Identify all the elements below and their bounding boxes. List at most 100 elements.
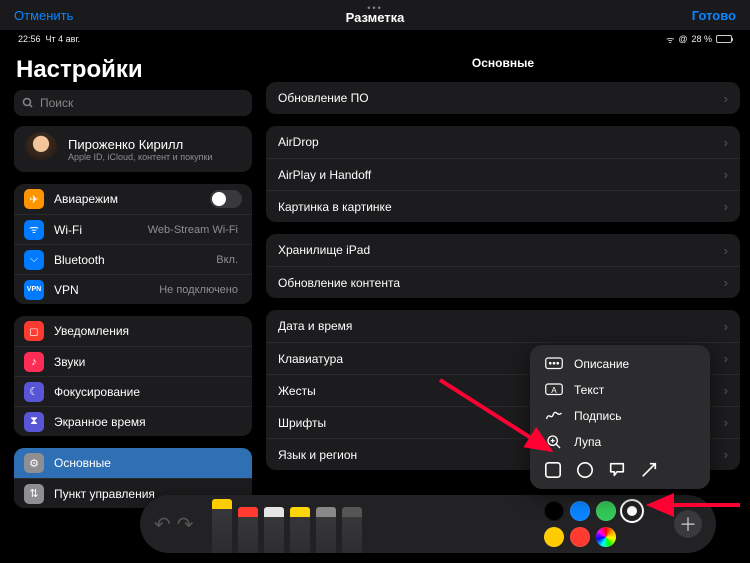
row-value: Web-Stream Wi-Fi	[148, 224, 238, 236]
popover-item-desc[interactable]: Описание	[534, 351, 706, 377]
chevron-right-icon: ›	[724, 447, 728, 462]
markup-title: Разметка	[346, 10, 405, 25]
speech-bubble-shape-button[interactable]	[608, 461, 626, 479]
popover-item-label: Лупа	[574, 435, 601, 449]
done-button[interactable]: Готово	[692, 8, 736, 23]
chevron-right-icon: ›	[724, 91, 728, 106]
color-swatch[interactable]	[544, 527, 564, 547]
content-row-airdrop[interactable]: AirDrop›	[266, 126, 740, 158]
popover-item-text[interactable]: A Текст	[534, 377, 706, 403]
row-icon: ᯤ	[24, 220, 44, 240]
content-row-картинка-в-картинке[interactable]: Картинка в картинке›	[266, 190, 740, 222]
avatar	[24, 132, 58, 166]
sidebar-item-экранное-время[interactable]: ⧗ Экранное время	[14, 406, 252, 436]
status-bar: 22:56 Чт 4 авг. ᯤ @ 28 %	[0, 30, 750, 46]
content-row-дата-и-время[interactable]: Дата и время›	[266, 310, 740, 342]
content-row-label: Хранилище iPad	[278, 243, 370, 257]
row-label: Bluetooth	[54, 253, 216, 267]
drawing-tool-3[interactable]	[290, 507, 310, 553]
chevron-right-icon: ›	[724, 319, 728, 334]
color-swatch[interactable]	[622, 501, 642, 521]
markup-nav-bar: Отменить ••• Разметка Готово	[0, 0, 750, 30]
sidebar-item-основные[interactable]: ⚙Основные	[14, 448, 252, 478]
circle-shape-button[interactable]	[576, 461, 594, 479]
row-icon: ☾	[24, 382, 44, 402]
connectivity-group: ✈ Авиарежим ᯤ Wi-FiWeb-Stream Wi-Fi ⌵ Bluetoo…	[14, 184, 252, 304]
content-row-обновление-по[interactable]: Обновление ПО ›	[266, 82, 740, 114]
wifi-icon: ᯤ	[666, 33, 674, 46]
color-swatches	[544, 501, 656, 547]
markup-title-wrap: ••• Разметка	[346, 6, 405, 25]
chevron-right-icon: ›	[724, 199, 728, 214]
content-row-label: Обновление контента	[278, 276, 400, 290]
popover-item-label: Подпись	[574, 409, 622, 423]
sidebar-item-уведомления[interactable]: ◻Уведомления	[14, 316, 252, 346]
markup-add-popover: Описание A Текст Подпись Лупа	[530, 345, 710, 489]
row-label: Wi-Fi	[54, 223, 148, 237]
battery-icon	[716, 35, 732, 43]
square-shape-button[interactable]	[544, 461, 562, 479]
battery-percent: 28 %	[691, 34, 712, 44]
row-value: Вкл.	[216, 254, 238, 266]
sidebar-item-звуки[interactable]: ♪ Звуки	[14, 346, 252, 376]
cancel-button[interactable]: Отменить	[14, 8, 73, 23]
content-row-label: Жесты	[278, 384, 316, 398]
arrow-shape-button[interactable]	[640, 461, 658, 479]
popover-item-label: Текст	[574, 383, 604, 397]
add-button[interactable]: ＋	[674, 510, 702, 538]
drawing-tool-1[interactable]	[238, 507, 258, 553]
chevron-right-icon: ›	[724, 383, 728, 398]
row-icon: ⧗	[24, 412, 44, 432]
row-label: Звуки	[54, 355, 242, 369]
search-icon	[22, 97, 34, 109]
sidebar-title: Настройки	[16, 56, 252, 84]
row-label: Экранное время	[54, 415, 242, 429]
row-icon: ✈	[24, 189, 44, 209]
sidebar-item-vpn[interactable]: VPNVPNНе подключено	[14, 274, 252, 304]
color-swatch[interactable]	[596, 527, 616, 547]
color-swatch[interactable]	[570, 501, 590, 521]
drawing-tool-5[interactable]	[342, 507, 362, 553]
sidebar-item-авиарежим[interactable]: ✈ Авиарежим	[14, 184, 252, 214]
row-icon: ⚙	[24, 453, 44, 473]
profile-text: Пироженко Кирилл Apple ID, iCloud, конте…	[68, 137, 212, 162]
chevron-right-icon: ›	[724, 415, 728, 430]
redo-button[interactable]: ↷	[177, 512, 194, 537]
profile-name: Пироженко Кирилл	[68, 137, 212, 152]
content-row-хранилище-ipad[interactable]: Хранилище iPad›	[266, 234, 740, 266]
sidebar-item-фокусирование[interactable]: ☾Фокусирование	[14, 376, 252, 406]
row-icon: ⌵	[24, 250, 44, 270]
color-swatch[interactable]	[570, 527, 590, 547]
chevron-right-icon: ›	[724, 351, 728, 366]
drawing-tool-4[interactable]	[316, 507, 336, 553]
text-icon: A	[544, 382, 564, 398]
prefs-group: ◻Уведомления ♪ Звуки ☾Фокусирование ⧗ Экранно…	[14, 316, 252, 436]
sidebar-item-bluetooth[interactable]: ⌵ BluetoothВкл.	[14, 244, 252, 274]
color-swatch[interactable]	[544, 501, 564, 521]
popover-item-sign[interactable]: Подпись	[534, 403, 706, 429]
content-row-label: Обновление ПО	[278, 91, 369, 105]
drawing-tool-0[interactable]	[212, 499, 232, 553]
row-icon: ♪	[24, 352, 44, 372]
drawing-tool-2[interactable]	[264, 507, 284, 553]
search-field[interactable]: Поиск	[14, 90, 252, 116]
undo-button[interactable]: ↶	[154, 512, 171, 537]
toggle[interactable]	[210, 190, 242, 208]
profile-group[interactable]: Пироженко Кирилл Apple ID, iCloud, конте…	[14, 126, 252, 172]
row-label: Уведомления	[54, 324, 242, 338]
content-row-обновление-контента[interactable]: Обновление контента ›	[266, 266, 740, 298]
content-row-label: Шрифты	[278, 416, 326, 430]
content-group: AirDrop›AirPlay и Handoff›Картинка в кар…	[266, 126, 740, 222]
status-time: 22:56	[18, 34, 41, 44]
content-group: Хранилище iPad› Обновление контента ›	[266, 234, 740, 298]
content-row-airplay-и-handoff[interactable]: AirPlay и Handoff›	[266, 158, 740, 190]
row-label: Авиарежим	[54, 192, 210, 206]
popover-item-loupe[interactable]: Лупа	[534, 429, 706, 455]
color-swatch[interactable]	[596, 501, 616, 521]
sign-icon	[544, 408, 564, 424]
chevron-right-icon: ›	[724, 167, 728, 182]
drawing-tools	[212, 495, 362, 553]
chevron-right-icon: ›	[724, 275, 728, 290]
sidebar-item-wi-fi[interactable]: ᯤ Wi-FiWeb-Stream Wi-Fi	[14, 214, 252, 244]
search-placeholder: Поиск	[40, 96, 73, 110]
